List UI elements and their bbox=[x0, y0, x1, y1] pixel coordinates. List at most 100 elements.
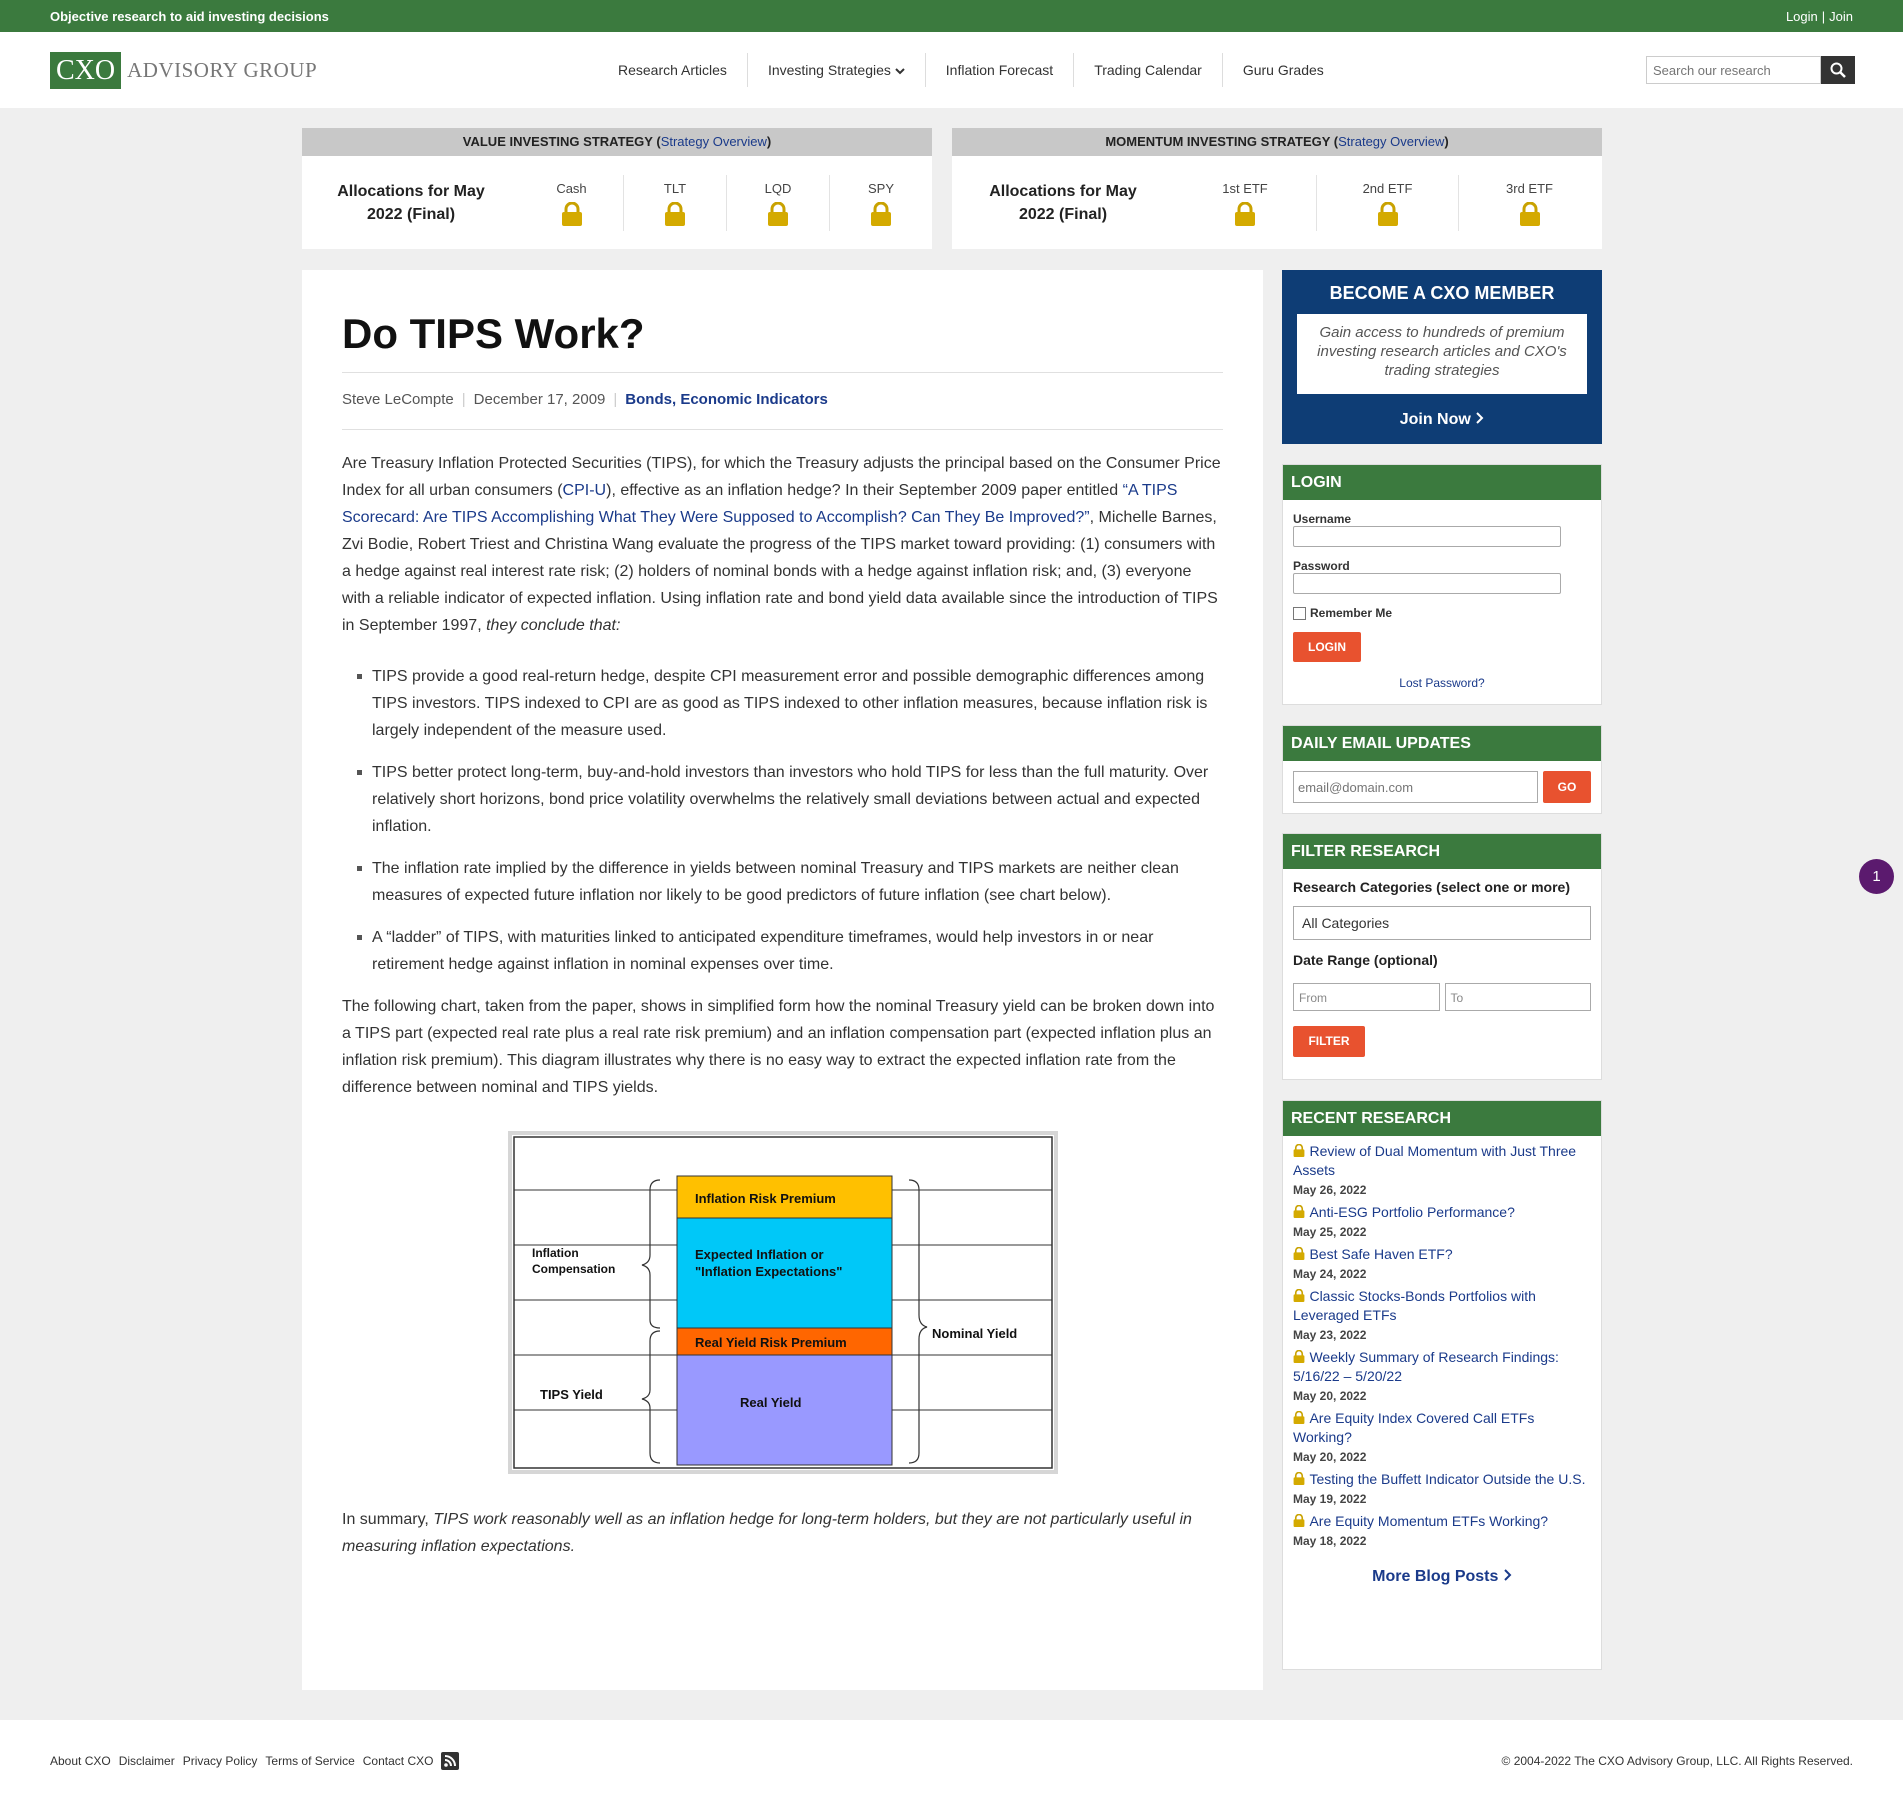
email-title: DAILY EMAIL UPDATES bbox=[1283, 726, 1601, 761]
yield-decomposition-diagram: Inflation Risk Premium Expected Inflatio… bbox=[507, 1131, 1058, 1474]
recent-article-link[interactable]: Anti-ESG Portfolio Performance? bbox=[1309, 1204, 1514, 1220]
category-economic-indicators-link[interactable]: Economic Indicators bbox=[680, 391, 828, 408]
footer-about-link[interactable]: About CXO bbox=[50, 1754, 111, 1768]
recent-article-link[interactable]: Best Safe Haven ETF? bbox=[1309, 1246, 1452, 1262]
lock-icon bbox=[1293, 1143, 1305, 1157]
membership-description: Gain access to hundreds of premium inves… bbox=[1297, 314, 1587, 394]
irp-label: Inflation Risk Premium bbox=[695, 1191, 836, 1206]
filter-button[interactable]: FILTER bbox=[1293, 1026, 1365, 1057]
search-button[interactable] bbox=[1821, 56, 1855, 84]
author: Steve LeCompte bbox=[342, 391, 454, 408]
filter-title: FILTER RESEARCH bbox=[1283, 834, 1601, 869]
recent-article-date: May 26, 2022 bbox=[1293, 1183, 1367, 1197]
lost-password-link[interactable]: Lost Password? bbox=[1399, 676, 1484, 690]
chevron-down-icon bbox=[895, 68, 905, 75]
article-meta: Steve LeCompte | December 17, 2009 | Bonds, … bbox=[342, 391, 828, 408]
lock-icon bbox=[767, 201, 789, 229]
list-item: Best Safe Haven ETF? May 24, 2022 bbox=[1293, 1245, 1591, 1281]
recent-article-date: May 24, 2022 bbox=[1293, 1267, 1367, 1281]
remember-me-checkbox[interactable] bbox=[1293, 606, 1306, 620]
recent-article-link[interactable]: Testing the Buffett Indicator Outside th… bbox=[1309, 1471, 1585, 1487]
lock-icon bbox=[664, 201, 686, 229]
ry-label: Real Yield bbox=[740, 1395, 801, 1410]
copyright: © 2004-2022 The CXO Advisory Group, LLC.… bbox=[1501, 1753, 1853, 1768]
cpi-u-link[interactable]: CPI-U bbox=[563, 482, 607, 499]
site-logo[interactable]: CXO ADVISORY GROUP bbox=[50, 51, 317, 89]
category-select[interactable]: All Categories bbox=[1293, 906, 1591, 940]
date-to-field[interactable]: To bbox=[1444, 983, 1591, 1011]
footer-privacy-link[interactable]: Privacy Policy bbox=[183, 1754, 258, 1768]
email-widget: DAILY EMAIL UPDATES GO bbox=[1282, 725, 1602, 814]
chart-description: The following chart, taken from the pape… bbox=[342, 998, 1215, 1096]
list-item: Anti-ESG Portfolio Performance? May 25, 2… bbox=[1293, 1203, 1591, 1239]
category-bonds-link[interactable]: Bonds bbox=[625, 391, 672, 408]
recent-article-link[interactable]: Classic Stocks-Bonds Portfolios with Lev… bbox=[1293, 1288, 1536, 1323]
footer-contact-link[interactable]: Contact CXO bbox=[363, 1754, 434, 1768]
value-strategy-overview-link[interactable]: Strategy Overview bbox=[661, 134, 767, 149]
login-button[interactable]: LOGIN bbox=[1293, 632, 1361, 662]
diagram-svg: Inflation Risk Premium Expected Inflatio… bbox=[512, 1136, 1053, 1469]
rss-icon[interactable] bbox=[441, 1751, 460, 1770]
real-yield-block bbox=[676, 1354, 892, 1466]
recent-article-date: May 18, 2022 bbox=[1293, 1534, 1367, 1548]
date-from-field[interactable]: From bbox=[1293, 983, 1440, 1011]
membership-promo: BECOME A CXO MEMBER Gain access to hundr… bbox=[1282, 270, 1602, 444]
join-link[interactable]: Join bbox=[1829, 9, 1853, 24]
ei-label-2: "Inflation Expectations" bbox=[695, 1264, 842, 1279]
value-col-cash: Cash bbox=[520, 175, 623, 231]
login-link[interactable]: Login bbox=[1786, 9, 1818, 24]
tips-yield-label: TIPS Yield bbox=[540, 1387, 603, 1402]
recent-article-link[interactable]: Are Equity Index Covered Call ETFs Worki… bbox=[1293, 1410, 1534, 1445]
list-item: Weekly Summary of Research Findings: 5/1… bbox=[1293, 1348, 1591, 1403]
tagline: Objective research to aid investing deci… bbox=[50, 8, 329, 24]
lock-icon bbox=[561, 201, 583, 229]
filter-widget: FILTER RESEARCH Research Categories (sel… bbox=[1282, 833, 1602, 1080]
momentum-allocation-label: Allocations for May 2022 (Final) bbox=[989, 182, 1137, 223]
top-bar: Objective research to aid investing deci… bbox=[0, 0, 1903, 32]
footer-terms-link[interactable]: Terms of Service bbox=[265, 1754, 354, 1768]
lock-icon bbox=[1293, 1513, 1305, 1527]
lock-icon bbox=[1234, 201, 1256, 229]
password-field[interactable] bbox=[1293, 573, 1561, 594]
login-widget: LOGIN Username Password Remember Me LOGI… bbox=[1282, 464, 1602, 705]
site-header: CXO ADVISORY GROUP Research Articles Inv… bbox=[0, 32, 1903, 108]
momentum-strategy-panel: MOMENTUM INVESTING STRATEGY (Strategy Ov… bbox=[952, 128, 1602, 249]
inflation-compensation-label-2: Compensation bbox=[532, 1262, 615, 1276]
email-input[interactable] bbox=[1293, 771, 1538, 803]
value-col-tlt: TLT bbox=[623, 174, 726, 231]
momentum-col-2nd: 2nd ETF bbox=[1316, 174, 1458, 231]
value-allocation-label: Allocations for May 2022 (Final) bbox=[337, 182, 485, 223]
recent-article-date: May 23, 2022 bbox=[1293, 1328, 1367, 1342]
recent-article-link[interactable]: Weekly Summary of Research Findings: 5/1… bbox=[1293, 1349, 1559, 1384]
username-field[interactable] bbox=[1293, 526, 1561, 547]
recent-article-date: May 19, 2022 bbox=[1293, 1492, 1367, 1506]
value-col-spy: SPY bbox=[829, 174, 932, 231]
value-col-lqd: LQD bbox=[726, 174, 829, 231]
search-icon bbox=[1830, 62, 1846, 78]
join-now-button[interactable]: Join Now bbox=[1282, 411, 1602, 429]
nominal-yield-label: Nominal Yield bbox=[932, 1326, 1017, 1341]
momentum-strategy-overview-link[interactable]: Strategy Overview bbox=[1338, 134, 1444, 149]
chevron-right-icon bbox=[1476, 412, 1484, 424]
more-blog-posts-link[interactable]: More Blog Posts bbox=[1372, 1568, 1498, 1585]
list-item: Testing the Buffett Indicator Outside th… bbox=[1293, 1470, 1591, 1506]
recent-article-link[interactable]: Review of Dual Momentum with Just Three … bbox=[1293, 1143, 1576, 1178]
lock-icon bbox=[1293, 1349, 1305, 1363]
footer-disclaimer-link[interactable]: Disclaimer bbox=[119, 1754, 175, 1768]
recent-article-date: May 20, 2022 bbox=[1293, 1389, 1367, 1403]
lock-icon bbox=[1293, 1410, 1305, 1424]
search-input[interactable] bbox=[1646, 56, 1821, 84]
article: Do TIPS Work? Steve LeCompte | December 17… bbox=[302, 270, 1263, 1690]
nav-trading-calendar[interactable]: Trading Calendar bbox=[1073, 53, 1222, 87]
nav-inflation-forecast[interactable]: Inflation Forecast bbox=[924, 53, 1073, 87]
list-item: Classic Stocks-Bonds Portfolios with Lev… bbox=[1293, 1287, 1591, 1342]
nav-research-articles[interactable]: Research Articles bbox=[598, 53, 747, 87]
nav-guru-grades[interactable]: Guru Grades bbox=[1221, 53, 1344, 87]
list-item: Review of Dual Momentum with Just Three … bbox=[1293, 1142, 1591, 1197]
notification-badge[interactable]: 1 bbox=[1859, 859, 1894, 894]
go-button[interactable]: GO bbox=[1543, 771, 1591, 803]
recent-article-link[interactable]: Are Equity Momentum ETFs Working? bbox=[1309, 1513, 1548, 1529]
login-title: LOGIN bbox=[1283, 465, 1601, 500]
lock-icon bbox=[1519, 201, 1541, 229]
nav-investing-strategies[interactable]: Investing Strategies bbox=[746, 53, 925, 87]
